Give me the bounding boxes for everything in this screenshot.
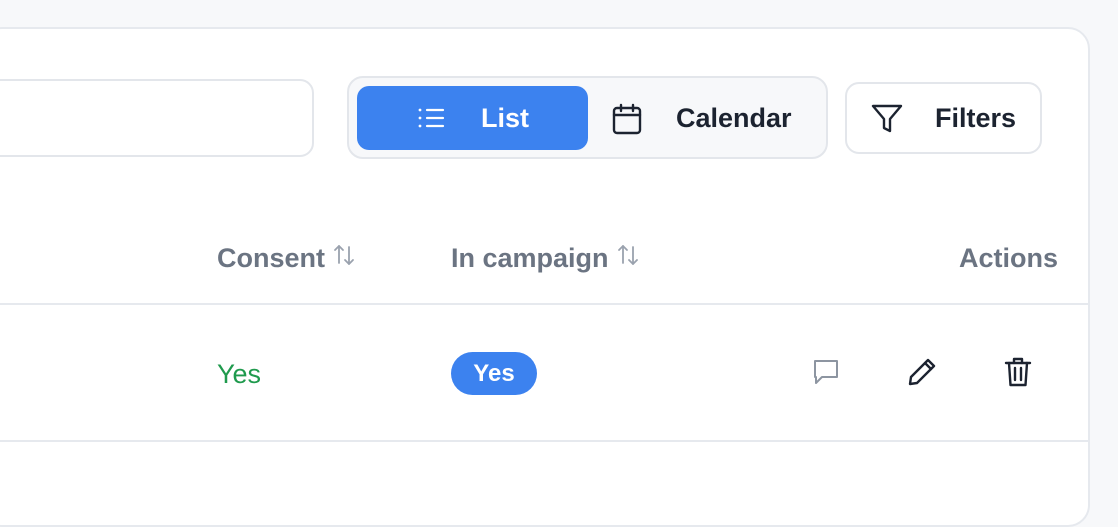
- column-header-label: Consent: [217, 243, 325, 273]
- comment-icon: [811, 357, 841, 392]
- column-header-actions: Actions: [959, 238, 1058, 278]
- trash-icon: [1003, 356, 1033, 393]
- in-campaign-badge: Yes: [451, 352, 537, 395]
- header-divider: [0, 303, 1090, 305]
- view-list-button[interactable]: List: [357, 86, 588, 150]
- filters-label: Filters: [935, 103, 1017, 133]
- column-header-consent[interactable]: Consent: [217, 238, 355, 278]
- sort-icon: [617, 238, 639, 278]
- search-input[interactable]: [0, 79, 314, 157]
- pencil-icon: [906, 356, 938, 393]
- filter-icon: [871, 104, 903, 139]
- column-header-in-campaign[interactable]: In campaign: [451, 238, 639, 278]
- calendar-icon: [612, 103, 642, 140]
- filters-button[interactable]: Filters: [845, 82, 1042, 154]
- view-calendar-button[interactable]: Calendar: [598, 86, 820, 150]
- list-icon: [417, 106, 445, 135]
- consent-cell: Yes: [217, 359, 262, 389]
- delete-button[interactable]: [998, 354, 1038, 394]
- view-list-label: List: [481, 103, 530, 133]
- row-divider: [0, 440, 1090, 442]
- column-header-label: In campaign: [451, 243, 609, 273]
- view-calendar-label: Calendar: [676, 103, 792, 133]
- sort-icon: [333, 238, 355, 278]
- edit-button[interactable]: [902, 354, 942, 394]
- column-header-label: Actions: [959, 243, 1059, 273]
- comment-button[interactable]: [806, 354, 846, 394]
